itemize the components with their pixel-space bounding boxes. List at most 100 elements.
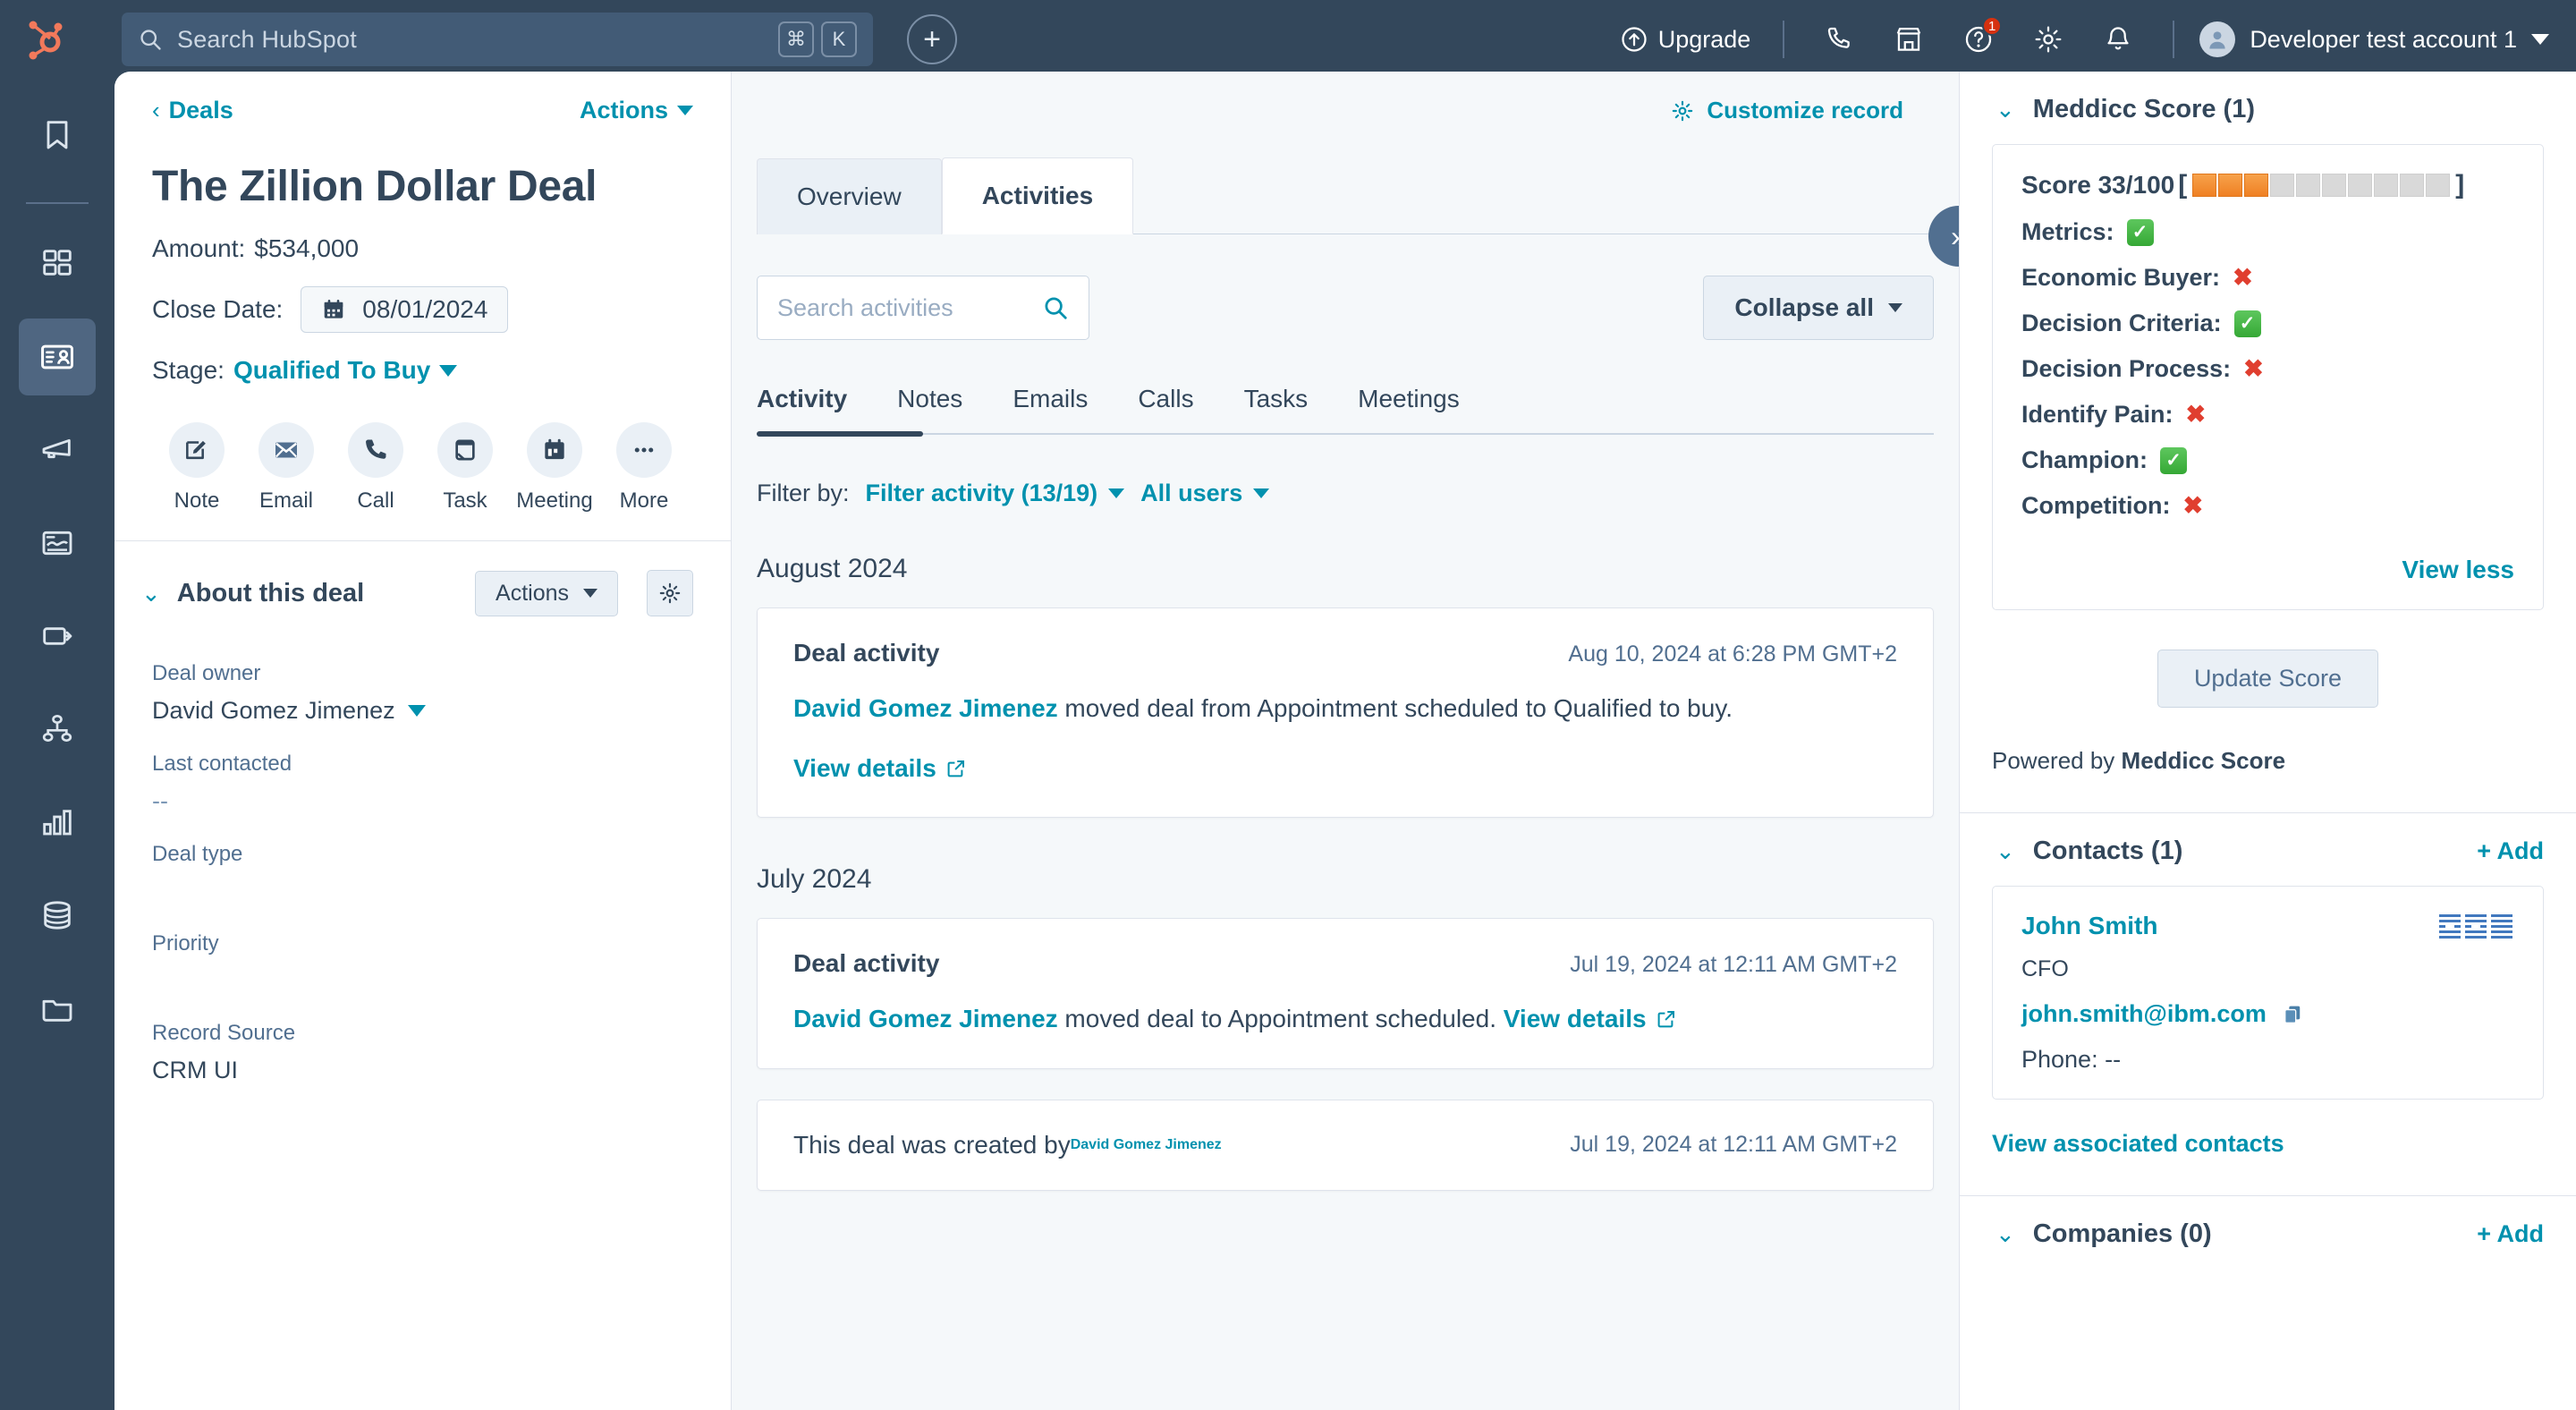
chevron-down-icon — [2531, 34, 2549, 45]
subtab-meetings[interactable]: Meetings — [1358, 385, 1487, 433]
subtab-tasks[interactable]: Tasks — [1244, 385, 1335, 433]
sidebar-item-bookmarks[interactable] — [19, 97, 96, 174]
contact-email[interactable]: john.smith@ibm.com — [2021, 1000, 2514, 1028]
quick-action-call[interactable]: Call — [331, 422, 420, 514]
phone-icon[interactable] — [1814, 14, 1864, 64]
sidebar-item-crm[interactable] — [19, 319, 96, 395]
view-details-link[interactable]: View details — [1504, 1001, 1677, 1038]
sidebar-item-data-management[interactable] — [19, 877, 96, 954]
view-less-link[interactable]: View less — [2021, 556, 2514, 584]
meddicc-criterion-competition: Competition: ✖ — [2021, 492, 2514, 520]
external-link-icon — [947, 760, 964, 777]
quick-action-meeting[interactable]: Meeting — [510, 422, 599, 514]
subtab-notes[interactable]: Notes — [897, 385, 989, 433]
subtab-activity[interactable]: Activity — [757, 385, 874, 433]
subtab-emails[interactable]: Emails — [1013, 385, 1114, 433]
criterion-label: Decision Criteria: — [2021, 310, 2222, 336]
chevron-down-icon[interactable]: ⌄ — [1996, 96, 2015, 123]
view-associated-contacts-link[interactable]: View associated contacts — [1992, 1130, 2576, 1158]
activity-card[interactable]: Deal activity Jul 19, 2024 at 12:11 AM G… — [757, 918, 1934, 1069]
stage-label: Stage: — [152, 356, 225, 384]
property-label: Last contacted — [152, 752, 292, 776]
sidebar-item-reporting[interactable] — [19, 784, 96, 861]
chevron-down-icon[interactable]: ⌄ — [141, 580, 161, 607]
create-new-button[interactable]: + — [907, 14, 957, 64]
activity-card[interactable]: Deal activity Aug 10, 2024 at 6:28 PM GM… — [757, 607, 1934, 819]
sidebar-item-library[interactable] — [19, 970, 96, 1047]
cross-icon: ✖ — [2185, 401, 2207, 428]
notifications-bell-icon[interactable] — [2093, 14, 2143, 64]
activity-text: moved deal to Appointment scheduled. — [1057, 1005, 1504, 1033]
search-activities-input[interactable]: Search activities — [757, 276, 1089, 340]
tab-activities[interactable]: Activities — [941, 157, 1134, 234]
about-this-deal-title: About this deal — [176, 578, 365, 607]
view-details-link[interactable]: View details — [793, 751, 967, 787]
left-navigation-rail — [0, 79, 114, 1410]
score-segment — [2244, 174, 2269, 197]
global-search-input[interactable]: Search HubSpot ⌘ K — [122, 13, 873, 66]
sidebar-item-workspaces[interactable] — [19, 225, 96, 302]
chevron-down-icon[interactable]: ⌄ — [1996, 1220, 2015, 1248]
property-label: Deal type — [152, 842, 243, 866]
sidebar-item-automations[interactable] — [19, 691, 96, 768]
settings-gear-icon[interactable] — [2023, 14, 2073, 64]
close-date-value: 08/01/2024 — [362, 295, 488, 323]
about-actions-label: Actions — [496, 580, 569, 606]
property-value[interactable]: David Gomez Jimenez — [152, 697, 693, 725]
chevron-down-icon[interactable] — [439, 364, 458, 377]
deal-close-date-row: Close Date: 08/01/2024 — [152, 286, 693, 333]
property-value[interactable]: -- — [152, 787, 693, 815]
contact-card[interactable]: John Smith CFO john.smith@ibm.com Phone:… — [1992, 886, 2544, 1100]
quick-action-task[interactable]: Task — [420, 422, 510, 514]
ibm-logo — [2439, 914, 2512, 939]
deal-actions-dropdown[interactable]: Actions — [580, 97, 693, 124]
activity-card[interactable]: This deal was created by David Gomez Jim… — [757, 1099, 1934, 1191]
property-value[interactable]: CRM UI — [152, 1057, 693, 1084]
marketplace-icon[interactable] — [1884, 14, 1934, 64]
add-company-button[interactable]: + Add — [2477, 1220, 2544, 1248]
upgrade-button[interactable]: Upgrade — [1608, 26, 1764, 54]
hubspot-logo[interactable] — [20, 14, 70, 64]
powered-by-text: Powered by Meddicc Score — [1992, 747, 2576, 775]
activity-actor-link[interactable]: David Gomez Jimenez — [793, 694, 1058, 722]
close-date-field[interactable]: 08/01/2024 — [301, 286, 509, 333]
check-icon: ✓ — [2160, 446, 2187, 474]
collapse-all-button[interactable]: Collapse all — [1703, 276, 1934, 340]
help-icon[interactable]: 1 — [1953, 14, 2004, 64]
quick-action-note[interactable]: Note — [152, 422, 242, 514]
update-score-button[interactable]: Update Score — [2157, 650, 2379, 708]
deal-amount-row: Amount: $534,000 — [152, 234, 693, 263]
all-users-dropdown[interactable]: All users — [1140, 480, 1270, 507]
chevron-down-icon[interactable] — [407, 705, 426, 717]
sidebar-item-marketing[interactable] — [19, 412, 96, 488]
about-actions-button[interactable]: Actions — [475, 570, 618, 616]
contact-name[interactable]: John Smith — [2021, 912, 2157, 940]
meddicc-criterion-decision-criteria: Decision Criteria: ✓ — [2021, 310, 2514, 337]
breadcrumb-deals[interactable]: ‹ Deals — [152, 97, 233, 124]
stage-value[interactable]: Qualified To Buy — [233, 356, 430, 385]
filter-activity-dropdown[interactable]: Filter activity (13/19) — [866, 480, 1125, 507]
contact-phone: Phone: -- — [2021, 1046, 2122, 1073]
global-search-placeholder: Search HubSpot — [177, 25, 357, 53]
quick-action-label: Task — [443, 488, 487, 513]
kbd-command-key: ⌘ — [778, 21, 814, 57]
activity-actor-link[interactable]: David Gomez Jimenez — [1071, 1137, 1222, 1153]
powered-prefix: Powered by — [1992, 747, 2122, 774]
quick-action-more[interactable]: More — [599, 422, 689, 514]
chevron-down-icon[interactable]: ⌄ — [1996, 837, 2015, 865]
tab-overview[interactable]: Overview — [757, 158, 942, 234]
sidebar-item-content[interactable] — [19, 505, 96, 582]
subtab-calls[interactable]: Calls — [1138, 385, 1220, 433]
account-menu[interactable]: Developer test account 1 — [2194, 21, 2549, 57]
property-value[interactable] — [152, 967, 693, 994]
about-settings-button[interactable] — [647, 570, 693, 616]
copy-icon[interactable] — [2281, 1003, 2304, 1026]
sidebar-item-commerce[interactable] — [19, 598, 96, 675]
activity-card-footer: View details — [793, 751, 1897, 787]
upgrade-label: Upgrade — [1657, 25, 1751, 53]
data-management-icon — [44, 901, 71, 930]
add-contact-button[interactable]: + Add — [2477, 837, 2544, 865]
property-value[interactable] — [152, 878, 693, 905]
quick-action-email[interactable]: Email — [242, 422, 331, 514]
activity-actor-link[interactable]: David Gomez Jimenez — [793, 1005, 1058, 1032]
